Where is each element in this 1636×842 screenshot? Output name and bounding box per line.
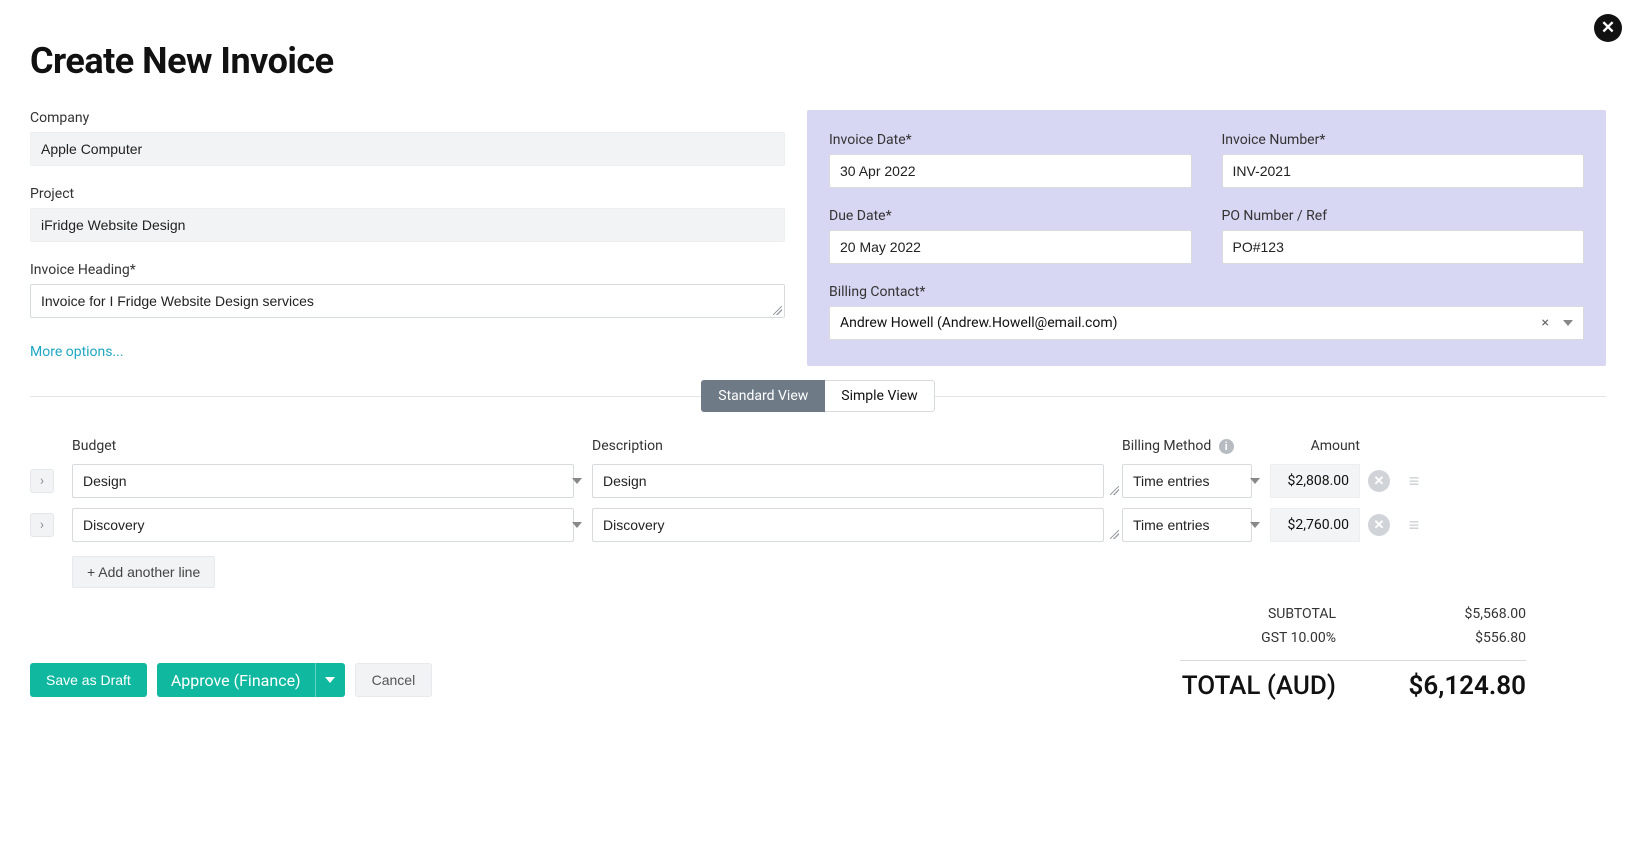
line-item-row: › Discovery Time entries $2,760.00 ✕ ≡ bbox=[30, 508, 1576, 542]
drag-handle-icon[interactable]: ≡ bbox=[1402, 471, 1424, 492]
description-input[interactable] bbox=[592, 464, 1104, 498]
info-icon[interactable]: i bbox=[1219, 439, 1234, 454]
approve-dropdown-caret[interactable] bbox=[315, 663, 345, 697]
project-field bbox=[30, 208, 785, 242]
expand-row-button[interactable]: › bbox=[30, 513, 54, 537]
header-budget: Budget bbox=[72, 438, 592, 454]
approve-button-label: Approve (Finance) bbox=[157, 663, 315, 697]
company-label: Company bbox=[30, 110, 785, 126]
chevron-down-icon bbox=[1563, 320, 1573, 326]
subtotal-value: $5,568.00 bbox=[1406, 606, 1526, 622]
gst-label: GST 10.00% bbox=[1176, 630, 1336, 646]
billing-contact-value: Andrew Howell (Andrew.Howell@email.com) bbox=[840, 315, 1118, 331]
header-billing-method: Billing Method bbox=[1122, 438, 1211, 454]
page-title: Create New Invoice bbox=[30, 40, 1606, 82]
totals-divider bbox=[1180, 660, 1526, 661]
amount-value: $2,808.00 bbox=[1270, 464, 1360, 498]
budget-select[interactable]: Design bbox=[72, 464, 574, 498]
billing-method-select[interactable]: Time entries bbox=[1122, 508, 1252, 542]
billing-contact-label: Billing Contact* bbox=[829, 284, 1584, 300]
tab-standard-view[interactable]: Standard View bbox=[701, 380, 825, 412]
approve-split-button[interactable]: Approve (Finance) bbox=[157, 663, 345, 697]
expand-row-button[interactable]: › bbox=[30, 469, 54, 493]
total-label: TOTAL (AUD) bbox=[1176, 671, 1336, 701]
po-number-input[interactable] bbox=[1222, 230, 1585, 264]
invoice-heading-label: Invoice Heading* bbox=[30, 262, 785, 278]
save-as-draft-button[interactable]: Save as Draft bbox=[30, 663, 147, 697]
invoice-number-input[interactable] bbox=[1222, 154, 1585, 188]
line-item-row: › Design Time entries $2,808.00 ✕ ≡ bbox=[30, 464, 1576, 498]
more-options-link[interactable]: More options... bbox=[30, 344, 124, 360]
company-field bbox=[30, 132, 785, 166]
drag-handle-icon[interactable]: ≡ bbox=[1402, 515, 1424, 536]
clear-icon[interactable]: × bbox=[1542, 315, 1549, 331]
po-number-label: PO Number / Ref bbox=[1222, 208, 1585, 224]
invoice-heading-input[interactable] bbox=[30, 284, 785, 318]
invoice-date-input[interactable] bbox=[829, 154, 1192, 188]
invoice-number-label: Invoice Number* bbox=[1222, 132, 1585, 148]
subtotal-label: SUBTOTAL bbox=[1176, 606, 1336, 622]
billing-method-select[interactable]: Time entries bbox=[1122, 464, 1252, 498]
billing-contact-select[interactable]: Andrew Howell (Andrew.Howell@email.com) … bbox=[829, 306, 1584, 340]
gst-value: $556.80 bbox=[1406, 630, 1526, 646]
due-date-input[interactable] bbox=[829, 230, 1192, 264]
delete-line-button[interactable]: ✕ bbox=[1368, 470, 1390, 492]
due-date-label: Due Date* bbox=[829, 208, 1192, 224]
budget-select[interactable]: Discovery bbox=[72, 508, 574, 542]
amount-value: $2,760.00 bbox=[1270, 508, 1360, 542]
header-amount: Amount bbox=[1270, 438, 1368, 454]
add-another-line-button[interactable]: + Add another line bbox=[72, 556, 215, 588]
invoice-date-label: Invoice Date* bbox=[829, 132, 1192, 148]
delete-line-button[interactable]: ✕ bbox=[1368, 514, 1390, 536]
total-value: $6,124.80 bbox=[1406, 671, 1526, 701]
cancel-button[interactable]: Cancel bbox=[355, 663, 433, 697]
project-label: Project bbox=[30, 186, 785, 202]
description-input[interactable] bbox=[592, 508, 1104, 542]
tab-simple-view[interactable]: Simple View bbox=[825, 380, 934, 412]
header-description: Description bbox=[592, 438, 1122, 454]
